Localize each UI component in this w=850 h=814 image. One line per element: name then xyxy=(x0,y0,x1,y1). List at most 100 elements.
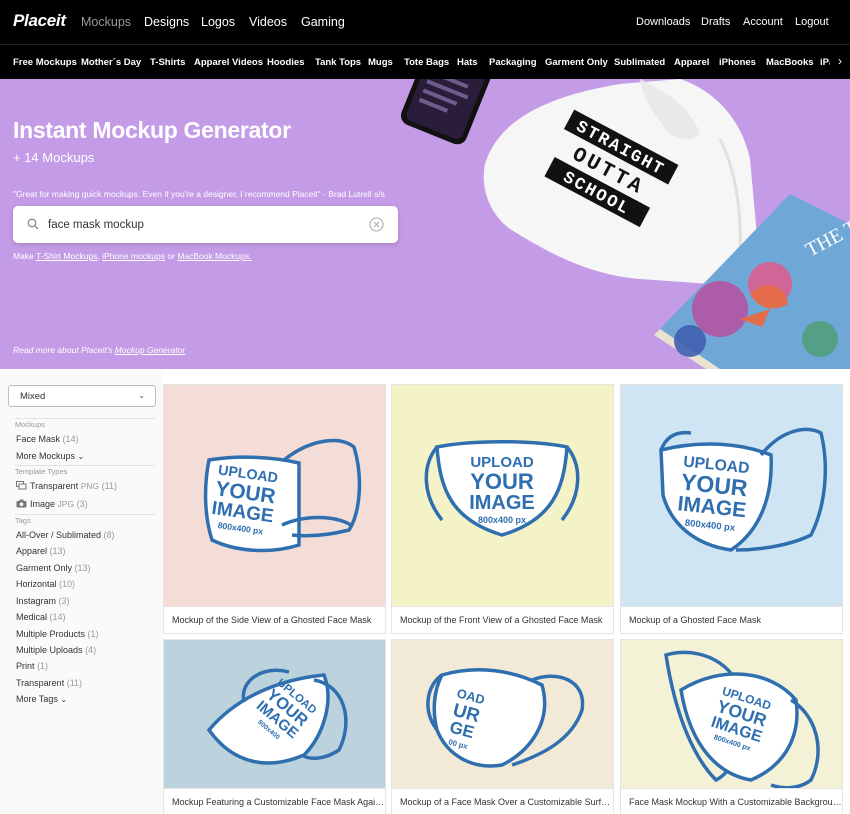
cat-macbooks[interactable]: MacBooks xyxy=(766,57,814,68)
svg-text:800x400 px: 800x400 px xyxy=(478,515,526,525)
tag-apparel[interactable]: Apparel (13) xyxy=(16,546,66,556)
hero-quote: "Great for making quick mockups. Even if… xyxy=(13,189,385,199)
mockup-card[interactable]: OAD UR GE 00 px Mockup of a Face Mask Over … xyxy=(392,640,613,814)
mockup-caption[interactable]: Mockup of a Ghosted Face Mask xyxy=(621,606,842,633)
filter-transparent-png[interactable]: Transparent PNG (11) xyxy=(16,481,117,491)
cat-hats[interactable]: Hats xyxy=(457,57,478,68)
tag-multiple-uploads[interactable]: Multiple Uploads (4) xyxy=(16,645,96,655)
hero-product-illustration: STRAIGHT OUTTA SCHOOL THE TI DRAGON xyxy=(400,79,850,369)
more-tags-toggle[interactable]: More Tags ⌄ xyxy=(16,694,67,704)
nav-videos[interactable]: Videos xyxy=(249,15,287,29)
tag-multiple-products[interactable]: Multiple Products (1) xyxy=(16,629,99,639)
mockup-thumbnail[interactable]: OAD UR GE 00 px xyxy=(392,640,613,788)
mockup-caption[interactable]: Mockup Featuring a Customizable Face Mas… xyxy=(164,788,385,814)
chevron-right-icon[interactable]: › xyxy=(830,45,850,79)
cat-tank-tops[interactable]: Tank Tops xyxy=(315,57,361,68)
face-mask-image: UPLOADYOURIMAGE800x400 px xyxy=(621,385,842,606)
tag-all-over-sublimated[interactable]: All-Over / Sublimated (8) xyxy=(16,530,115,540)
mockup-caption[interactable]: Mockup of the Front View of a Ghosted Fa… xyxy=(392,606,613,633)
divider xyxy=(15,465,155,466)
cat-mugs[interactable]: Mugs xyxy=(368,57,393,68)
face-mask-image: UPLOADYOURIMAGE800x400 xyxy=(164,640,385,788)
mockup-thumbnail[interactable]: UPLOAD YOUR IMAGE 800x400 px xyxy=(164,385,385,606)
cat-free-mockups[interactable]: Free Mockups xyxy=(13,57,77,68)
nav-account[interactable]: Account xyxy=(743,16,783,28)
search-input[interactable] xyxy=(48,215,358,235)
nav-mockups[interactable]: Mockups xyxy=(81,15,131,29)
search-icon xyxy=(27,218,39,230)
mockup-card[interactable]: UPLOAD YOUR IMAGE 800x400 px Mockup of a Gh… xyxy=(621,385,842,633)
filter-image-jpg[interactable]: Image JPG (3) xyxy=(16,499,88,509)
hero-make-links: Make T-Shirt Mockups, iPhone mockups or … xyxy=(13,251,251,261)
tag-print[interactable]: Print (1) xyxy=(16,661,48,671)
hero-title: Instant Mockup Generator xyxy=(13,117,291,143)
mockup-thumbnail[interactable]: UPLOAD YOUR IMAGE 800x400 px xyxy=(621,385,842,606)
nav-logout[interactable]: Logout xyxy=(795,16,829,28)
nav-drafts[interactable]: Drafts xyxy=(701,16,730,28)
category-navbar: Free Mockups Mother´s Day T-Shirts Appar… xyxy=(0,44,850,79)
svg-text:IMAGE: IMAGE xyxy=(469,492,535,514)
search-box xyxy=(13,206,398,243)
placeit-logo[interactable]: Placeit xyxy=(13,11,66,31)
tag-instagram[interactable]: Instagram (3) xyxy=(16,596,70,606)
transparent-layers-icon xyxy=(16,481,27,490)
face-mask-image: UPLOADYOURIMAGE800x400 px xyxy=(392,385,613,606)
mockup-generator-link[interactable]: Mockup Generator xyxy=(115,345,185,355)
tags-heading: Tags xyxy=(15,516,31,525)
mockup-card[interactable]: UPLOAD YOUR IMAGE 800x400 Mockup Featuring … xyxy=(164,640,385,814)
cat-mothers-day[interactable]: Mother´s Day xyxy=(81,57,141,68)
tag-garment-only[interactable]: Garment Only (13) xyxy=(16,563,91,573)
hero-readmore: Read more about Placeit's Mockup Generat… xyxy=(13,345,185,355)
chevron-down-icon: ⌄ xyxy=(138,391,145,400)
tag-medical[interactable]: Medical (14) xyxy=(16,612,66,622)
nav-logos[interactable]: Logos xyxy=(201,15,235,29)
filter-sidebar: Mixed ⌄ Mockups Face Mask (14) More Mock… xyxy=(0,369,163,814)
hero-subtitle: + 14 Mockups xyxy=(13,150,95,165)
mockup-caption[interactable]: Mockup of a Face Mask Over a Customizabl… xyxy=(392,788,613,814)
mockups-heading: Mockups xyxy=(15,420,46,429)
template-types-heading: Template Types xyxy=(15,467,68,476)
mockup-thumbnail[interactable]: UPLOAD YOUR IMAGE 800x400 xyxy=(164,640,385,788)
divider xyxy=(15,418,155,419)
cat-apparel[interactable]: Apparel xyxy=(674,57,709,68)
cat-tote-bags[interactable]: Tote Bags xyxy=(404,57,449,68)
macbook-mockups-link[interactable]: MacBook Mockups. xyxy=(177,251,251,261)
sort-value: Mixed xyxy=(20,391,46,402)
svg-text:YOUR: YOUR xyxy=(470,469,534,494)
camera-icon xyxy=(16,499,27,508)
mockup-thumbnail[interactable]: UPLOAD YOUR IMAGE 800x400 px xyxy=(621,640,842,788)
cat-hoodies[interactable]: Hoodies xyxy=(267,57,304,68)
clear-search-icon[interactable] xyxy=(369,217,384,232)
chevron-down-icon: ⌄ xyxy=(77,452,85,461)
readmore-prefix: Read more about Placeit's xyxy=(13,345,115,355)
nav-designs[interactable]: Designs xyxy=(144,15,189,29)
tag-transparent[interactable]: Transparent (11) xyxy=(16,678,82,688)
face-mask-image: UPLOADYOURIMAGE800x400 px xyxy=(164,385,385,606)
tshirt-mockups-link[interactable]: T-Shirt Mockups xyxy=(36,251,97,261)
mockup-card[interactable]: UPLOAD YOUR IMAGE 800x400 px Mockup of the … xyxy=(392,385,613,633)
mockup-caption[interactable]: Mockup of the Side View of a Ghosted Fac… xyxy=(164,606,385,633)
filter-face-mask[interactable]: Face Mask (14) xyxy=(16,434,79,444)
mockup-card[interactable]: UPLOAD YOUR IMAGE 800x400 px Face Mask Mock… xyxy=(621,640,842,814)
mockup-caption[interactable]: Face Mask Mockup With a Customizable Bac… xyxy=(621,788,842,814)
cat-apparel-videos[interactable]: Apparel Videos xyxy=(194,57,263,68)
cat-sublimated[interactable]: Sublimated xyxy=(614,57,665,68)
more-mockups-toggle[interactable]: More Mockups ⌄ xyxy=(16,451,84,461)
tag-horizontal[interactable]: Horizontal (10) xyxy=(16,579,75,589)
face-mask-image: OADURGE00 px xyxy=(392,640,613,788)
results-grid: UPLOAD YOUR IMAGE 800x400 px Mockup of the … xyxy=(163,369,850,814)
divider xyxy=(15,514,155,515)
cat-iphones[interactable]: iPhones xyxy=(719,57,756,68)
nav-downloads[interactable]: Downloads xyxy=(636,16,690,28)
face-mask-image: UPLOADYOURIMAGE800x400 px xyxy=(621,640,842,788)
chevron-down-icon: ⌄ xyxy=(60,695,68,704)
cat-tshirts[interactable]: T-Shirts xyxy=(150,57,185,68)
cat-packaging[interactable]: Packaging xyxy=(489,57,537,68)
nav-gaming[interactable]: Gaming xyxy=(301,15,345,29)
iphone-mockups-link[interactable]: iPhone mockups xyxy=(102,251,165,261)
mockup-card[interactable]: UPLOAD YOUR IMAGE 800x400 px Mockup of the … xyxy=(164,385,385,633)
cat-garment-only[interactable]: Garment Only xyxy=(545,57,608,68)
make-prefix: Make xyxy=(13,251,36,261)
mockup-thumbnail[interactable]: UPLOAD YOUR IMAGE 800x400 px xyxy=(392,385,613,606)
sort-select[interactable]: Mixed ⌄ xyxy=(8,385,156,407)
